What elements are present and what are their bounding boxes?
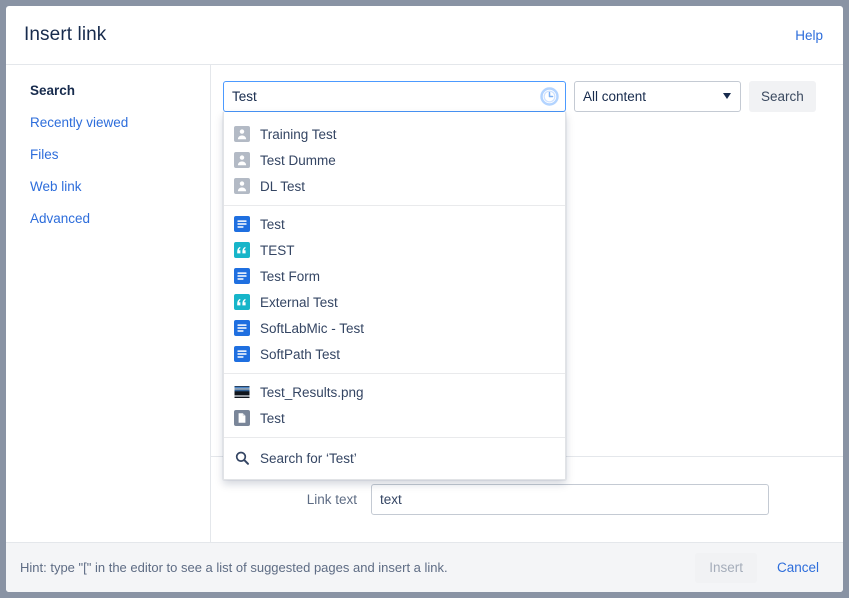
- search-panel: All content Search: [211, 65, 843, 542]
- list-item[interactable]: Test Dumme: [224, 147, 565, 173]
- search-input[interactable]: [223, 81, 566, 112]
- page-icon: [234, 320, 250, 336]
- list-item[interactable]: SoftLabMic - Test: [224, 315, 565, 341]
- search-for-query-item[interactable]: Search for ‘Test’: [224, 443, 565, 473]
- search-field-wrapper: [223, 81, 566, 112]
- link-text-input[interactable]: [371, 484, 769, 515]
- list-item[interactable]: Test_Results.png: [224, 379, 565, 405]
- list-item[interactable]: Test Form: [224, 263, 565, 289]
- dialog-body: Search Recently viewed Files Web link Ad…: [6, 65, 843, 542]
- link-text-label: Link text: [306, 492, 357, 507]
- sidebar-item-search[interactable]: Search: [30, 83, 75, 99]
- sidebar-item-recently-viewed[interactable]: Recently viewed: [30, 115, 128, 131]
- help-link[interactable]: Help: [795, 28, 823, 43]
- list-item-label: DL Test: [260, 178, 306, 194]
- cancel-button[interactable]: Cancel: [771, 559, 825, 576]
- suggestion-group-search-more: Search for ‘Test’: [224, 437, 565, 479]
- person-icon: [234, 178, 250, 194]
- list-item-label: SoftPath Test: [260, 346, 341, 362]
- clock-icon[interactable]: [540, 87, 559, 106]
- list-item[interactable]: DL Test: [224, 173, 565, 199]
- sidebar: Search Recently viewed Files Web link Ad…: [6, 65, 211, 542]
- file-icon: [234, 410, 250, 426]
- sidebar-item-files[interactable]: Files: [30, 147, 59, 163]
- hint-text: Hint: type "[" in the editor to see a li…: [20, 560, 448, 575]
- list-item-label: Test: [260, 410, 285, 426]
- suggestion-group-people: Training Test Test Dumme DL Test: [224, 116, 565, 205]
- insert-link-dialog: Insert link Help Search Recently viewed …: [6, 6, 843, 592]
- page-icon: [234, 216, 250, 232]
- list-item[interactable]: TEST: [224, 237, 565, 263]
- magnifier-icon: [234, 450, 250, 466]
- insert-button[interactable]: Insert: [695, 552, 757, 583]
- blog-icon: [234, 242, 250, 258]
- dialog-footer: Hint: type "[" in the editor to see a li…: [6, 542, 843, 592]
- person-icon: [234, 126, 250, 142]
- suggestion-group-attachments: Test_Results.png Test: [224, 373, 565, 437]
- list-item[interactable]: External Test: [224, 289, 565, 315]
- list-item[interactable]: Training Test: [224, 121, 565, 147]
- list-item-label: Test Form: [260, 268, 321, 284]
- content-type-select[interactable]: All content: [574, 81, 741, 112]
- search-row: All content Search: [211, 65, 843, 112]
- page-icon: [234, 268, 250, 284]
- list-item-label: Training Test: [260, 126, 337, 142]
- chevron-down-icon: [723, 93, 731, 99]
- image-thumbnail-icon: [234, 384, 250, 400]
- screen: Insert link Help Search Recently viewed …: [0, 0, 849, 598]
- sidebar-item-web-link[interactable]: Web link: [30, 179, 82, 195]
- list-item-label: Test: [260, 216, 285, 232]
- list-item-label: Test Dumme: [260, 152, 336, 168]
- list-item[interactable]: Test: [224, 405, 565, 431]
- search-for-query-label: Search for ‘Test’: [260, 450, 357, 466]
- sidebar-item-advanced[interactable]: Advanced: [30, 211, 90, 227]
- list-item-label: TEST: [260, 242, 295, 258]
- search-suggestions-dropdown: Training Test Test Dumme DL Test Test TE…: [223, 112, 566, 480]
- dialog-header: Insert link Help: [6, 6, 843, 65]
- list-item[interactable]: Test: [224, 211, 565, 237]
- content-type-value: All content: [583, 89, 647, 104]
- list-item-label: Test_Results.png: [260, 384, 364, 400]
- list-item-label: SoftLabMic - Test: [260, 320, 365, 336]
- person-icon: [234, 152, 250, 168]
- suggestion-group-content: Test TEST Test Form External Test SoftLa…: [224, 205, 565, 373]
- page-title: Insert link: [24, 24, 107, 45]
- page-icon: [234, 346, 250, 362]
- blog-icon: [234, 294, 250, 310]
- list-item[interactable]: SoftPath Test: [224, 341, 565, 367]
- list-item-label: External Test: [260, 294, 338, 310]
- search-button[interactable]: Search: [749, 81, 816, 112]
